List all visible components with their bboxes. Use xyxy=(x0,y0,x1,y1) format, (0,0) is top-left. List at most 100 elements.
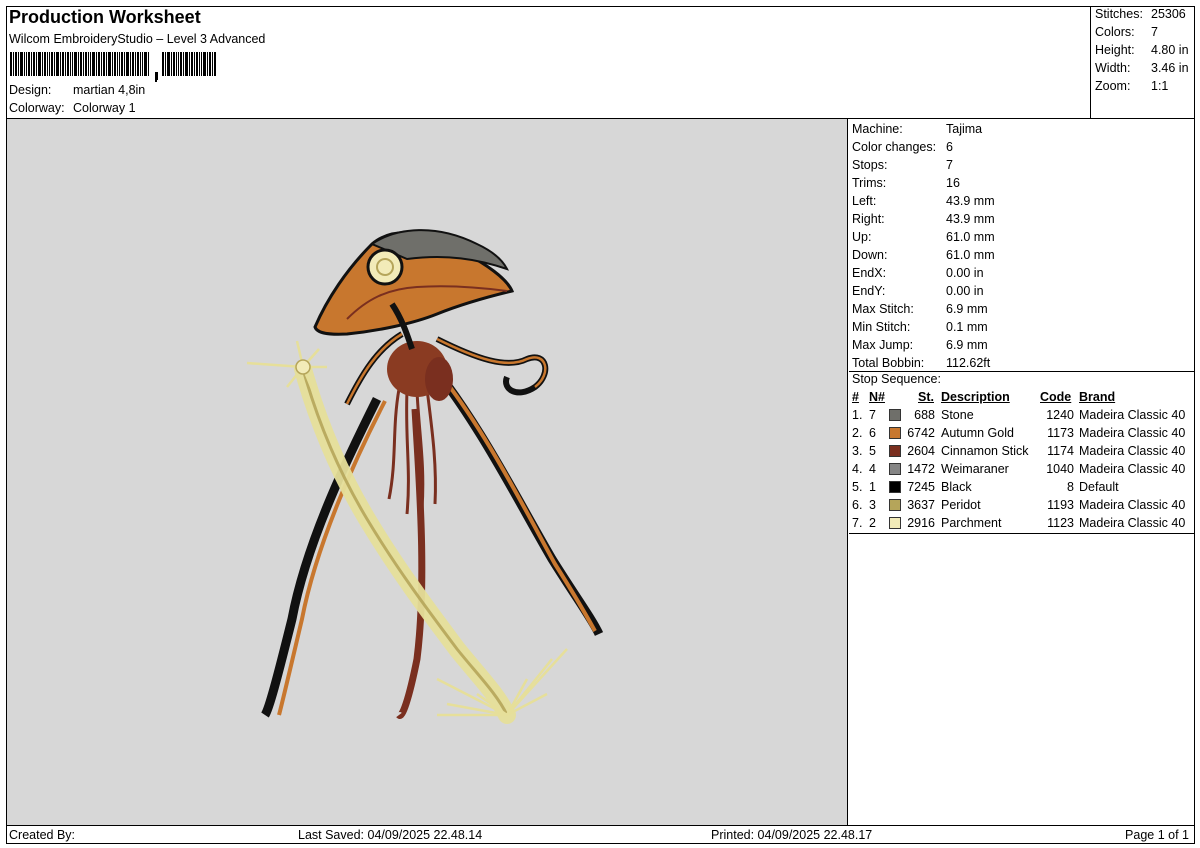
stat-value: 4.80 in xyxy=(1151,43,1189,57)
stop-sequence-title: Stop Sequence: xyxy=(852,372,941,386)
info-value: 16 xyxy=(946,176,960,190)
info-value: 43.9 mm xyxy=(946,212,995,226)
row-num: 1. xyxy=(852,408,863,422)
info-trims: Trims: 16 xyxy=(852,176,960,190)
info-down: Down: 61.0 mm xyxy=(852,248,995,262)
row-code: 8 xyxy=(1067,480,1074,494)
info-label: Up: xyxy=(852,230,872,244)
info-value: 0.1 mm xyxy=(946,320,988,334)
color-swatch xyxy=(889,427,901,439)
row-needle: 6 xyxy=(869,426,876,440)
printed-date: Printed: 04/09/2025 22.48.17 xyxy=(711,828,873,842)
row-stitches: 2916 xyxy=(907,516,935,530)
page-number: Page 1 of 1 xyxy=(1125,828,1189,842)
row-code: 1193 xyxy=(1047,498,1074,512)
row-needle: 2 xyxy=(869,516,876,530)
colorway-row: Colorway: Colorway 1 xyxy=(9,101,136,115)
created-by: Created By: xyxy=(9,828,76,842)
color-swatch xyxy=(889,463,901,475)
info-label: Trims: xyxy=(852,176,887,190)
stat-zoom: Zoom: 1:1 xyxy=(1095,79,1168,93)
col-header-n: N# xyxy=(869,390,885,404)
row-num: 3. xyxy=(852,444,863,458)
info-up: Up: 61.0 mm xyxy=(852,230,995,244)
stat-height: Height: 4.80 in xyxy=(1095,43,1189,57)
info-label: Machine: xyxy=(852,122,903,136)
stat-stitches: Stitches: 25306 xyxy=(1095,7,1186,21)
info-machine: Machine: Tajima xyxy=(852,122,982,136)
info-value: 7 xyxy=(946,158,953,172)
info-value: 43.9 mm xyxy=(946,194,995,208)
row-description: Parchment xyxy=(941,516,1002,530)
row-needle: 5 xyxy=(869,444,876,458)
row-brand: Madeira Classic 40 xyxy=(1079,498,1186,512)
row-description: Weimaraner xyxy=(941,462,1009,476)
page-title: Production Worksheet xyxy=(9,7,201,27)
stat-label: Stitches: xyxy=(1095,7,1143,21)
info-endy: EndY: 0.00 in xyxy=(852,284,984,298)
row-num: 6. xyxy=(852,498,863,512)
info-label: EndY: xyxy=(852,284,886,298)
row-code: 1240 xyxy=(1046,408,1074,422)
divider xyxy=(849,533,1195,534)
row-brand: Madeira Classic 40 xyxy=(1079,426,1186,440)
row-num: 4. xyxy=(852,462,863,476)
row-code: 1123 xyxy=(1047,516,1074,530)
info-label: Down: xyxy=(852,248,888,262)
worksheet-footer: Created By: Last Saved: 04/09/2025 22.48… xyxy=(6,825,1195,844)
row-stitches: 3637 xyxy=(907,498,935,512)
table-row: 2. 6 6742 Autumn Gold 1173 Madeira Classic 40 xyxy=(852,426,1192,442)
row-description: Stone xyxy=(941,408,974,422)
stat-label: Colors: xyxy=(1095,25,1135,39)
color-swatch xyxy=(889,409,901,421)
barcode-image xyxy=(10,52,216,82)
info-value: 61.0 mm xyxy=(946,230,995,244)
info-label: Color changes: xyxy=(852,140,937,154)
stat-value: 7 xyxy=(1151,25,1158,39)
color-swatch xyxy=(889,445,901,457)
stat-colors: Colors: 7 xyxy=(1095,25,1158,39)
info-label: Total Bobbin: xyxy=(852,356,925,370)
info-label: Max Stitch: xyxy=(852,302,914,316)
row-description: Peridot xyxy=(941,498,981,512)
stat-value: 3.46 in xyxy=(1151,61,1189,75)
table-row: 4. 4 1472 Weimaraner 1040 Madeira Classic 40 xyxy=(852,462,1192,478)
embroidery-artwork xyxy=(246,229,604,724)
col-header-code: Code xyxy=(1040,390,1072,404)
color-swatch xyxy=(889,517,901,529)
table-row: 3. 5 2604 Cinnamon Stick 1174 Madeira Classic… xyxy=(852,444,1192,460)
row-stitches: 1472 xyxy=(907,462,935,476)
row-needle: 1 xyxy=(869,480,876,494)
info-value: 0.00 in xyxy=(946,266,984,280)
col-header-brand: Brand xyxy=(1079,390,1116,404)
worksheet-header: Production Worksheet Wilcom EmbroiderySt… xyxy=(6,6,1091,119)
info-left: Left: 43.9 mm xyxy=(852,194,995,208)
design-preview xyxy=(7,119,848,825)
col-header-description: Description xyxy=(941,390,1010,404)
row-description: Autumn Gold xyxy=(941,426,1014,440)
info-label: Right: xyxy=(852,212,885,226)
info-value: 61.0 mm xyxy=(946,248,995,262)
colorway-label: Colorway: xyxy=(9,101,65,115)
info-right: Right: 43.9 mm xyxy=(852,212,995,226)
stop-sequence-header: # N# St. Description Code Brand xyxy=(852,390,1192,406)
table-row: 7. 2 2916 Parchment 1123 Madeira Classic 40 xyxy=(852,516,1192,532)
stat-width: Width: 3.46 in xyxy=(1095,61,1189,75)
design-value: martian 4,8in xyxy=(73,83,146,97)
info-endx: EndX: 0.00 in xyxy=(852,266,984,280)
row-stitches: 7245 xyxy=(907,480,935,494)
info-total-bobbin: Total Bobbin: 112.62ft xyxy=(852,356,990,370)
info-max-stitch: Max Stitch: 6.9 mm xyxy=(852,302,988,316)
info-value: 6.9 mm xyxy=(946,338,988,352)
row-brand: Madeira Classic 40 xyxy=(1079,516,1186,530)
row-description: Black xyxy=(941,480,972,494)
row-brand: Madeira Classic 40 xyxy=(1079,408,1186,422)
col-header-num: # xyxy=(852,390,859,404)
row-brand: Madeira Classic 40 xyxy=(1079,444,1186,458)
row-needle: 7 xyxy=(869,408,876,422)
info-label: Max Jump: xyxy=(852,338,914,352)
col-header-st: St. xyxy=(918,390,934,404)
design-label: Design: xyxy=(9,83,52,97)
stat-value: 1:1 xyxy=(1151,79,1169,93)
info-max-jump: Max Jump: 6.9 mm xyxy=(852,338,988,352)
